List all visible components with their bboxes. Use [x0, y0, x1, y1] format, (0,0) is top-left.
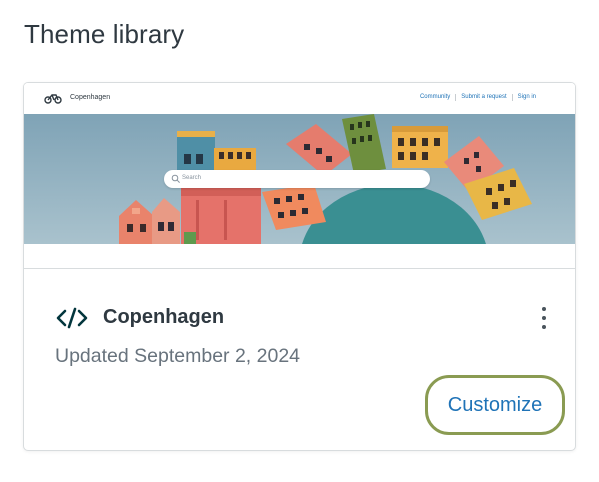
preview-nav-submit-request: Submit a request — [456, 94, 513, 101]
kebab-menu-icon[interactable] — [534, 305, 554, 331]
page-title: Theme library — [24, 19, 185, 49]
preview-brand: Copenhagen — [70, 94, 111, 101]
kebab-dot — [542, 325, 546, 329]
theme-name: Copenhagen — [103, 306, 225, 328]
kebab-dot — [542, 316, 546, 320]
preview-search-placeholder: Search — [182, 175, 202, 181]
preview-search-bar: Search — [164, 170, 430, 188]
kebab-dot — [542, 307, 546, 311]
theme-card-body: Copenhagen Updated September 2, 2024 Cus… — [24, 269, 575, 450]
customize-button[interactable]: Customize — [425, 375, 565, 435]
code-icon — [56, 307, 88, 329]
theme-preview[interactable]: Copenhagen Community Submit a request Si… — [24, 83, 575, 269]
search-icon — [171, 174, 180, 183]
bicycle-icon — [44, 94, 62, 104]
preview-nav: Community Submit a request Sign in — [415, 94, 541, 101]
preview-hero-image: Search — [24, 114, 575, 244]
preview-nav-community: Community — [415, 94, 457, 101]
preview-nav-sign-in: Sign in — [517, 94, 536, 100]
preview-header: Copenhagen Community Submit a request Si… — [24, 83, 575, 114]
theme-updated-date: Updated September 2, 2024 — [55, 345, 301, 367]
theme-card: Copenhagen Community Submit a request Si… — [23, 82, 576, 451]
